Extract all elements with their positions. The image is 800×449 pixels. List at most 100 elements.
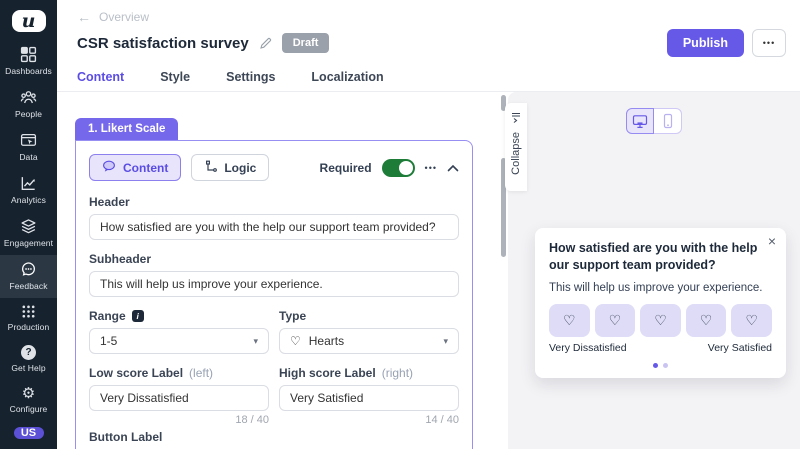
sidebar-item-get-help[interactable]: ? Get Help — [0, 339, 57, 380]
low-score-label-text: Low score Label — [89, 366, 183, 380]
rating-option-1[interactable]: ♡ — [549, 304, 590, 337]
dashboards-icon — [20, 46, 37, 63]
page-title: CSR satisfaction survey — [77, 35, 249, 52]
low-score-hint: (left) — [189, 366, 213, 380]
mobile-preview-button[interactable] — [654, 108, 682, 134]
header-input[interactable] — [89, 214, 459, 240]
range-select[interactable]: 1-5 ▾ — [89, 328, 269, 354]
production-icon — [21, 304, 36, 319]
gear-icon: ⚙ — [22, 386, 35, 401]
content-mode-label: Content — [123, 161, 168, 175]
sidebar-item-label: Configure — [10, 404, 48, 414]
publish-button[interactable]: Publish — [667, 29, 744, 57]
rating-option-4[interactable]: ♡ — [686, 304, 727, 337]
sidebar-item-label: Engagement — [4, 238, 53, 248]
back-link[interactable]: ← Overview — [77, 10, 149, 24]
sidebar-item-analytics[interactable]: Analytics — [0, 169, 57, 212]
device-toggle — [626, 108, 682, 134]
heart-icon: ♡ — [745, 312, 758, 329]
preview-question-subtitle: This will help us improve your experienc… — [549, 282, 772, 294]
sidebar-item-label: People — [15, 109, 42, 119]
low-score-char-count: 18 / 40 — [89, 414, 269, 426]
help-icon: ? — [21, 345, 36, 360]
toggle-knob — [399, 161, 413, 175]
sidebar-item-people[interactable]: People — [0, 83, 57, 126]
subheader-field-label: Subheader — [89, 252, 459, 266]
page-dot-active[interactable] — [653, 363, 658, 368]
sidebar-item-data[interactable]: Data — [0, 126, 57, 169]
sidebar-item-feedback[interactable]: Feedback — [0, 255, 57, 298]
sidebar-item-dashboards[interactable]: Dashboards — [0, 40, 57, 83]
edit-title-icon[interactable] — [259, 37, 272, 50]
question-card: Content Logic Required ••• — [75, 140, 473, 449]
collapse-question-icon[interactable] — [447, 164, 459, 172]
rating-scale: ♡ ♡ ♡ ♡ ♡ — [549, 304, 772, 337]
engagement-icon — [20, 218, 37, 235]
range-label-text: Range — [89, 309, 126, 323]
high-score-field-label: High score Label (right) — [279, 366, 459, 380]
sidebar-item-label: Analytics — [11, 195, 46, 205]
sidebar-item-production[interactable]: Production — [0, 298, 57, 339]
userpilot-logo[interactable]: u — [12, 10, 46, 32]
high-score-label-text: High score Label — [279, 366, 376, 380]
pagination-dots — [549, 363, 772, 368]
monitor-icon — [632, 114, 648, 129]
user-avatar[interactable]: US — [14, 427, 44, 439]
button-label-field-label: Button Label — [89, 430, 459, 444]
question-block-badge[interactable]: 1. Likert Scale — [75, 118, 178, 140]
chevron-down-icon: ▾ — [443, 336, 448, 347]
preview-question-title: How satisfied are you with the help our … — [549, 240, 772, 274]
preview-panel: Collapse × How satisfied are you with th… — [508, 92, 800, 449]
collapse-label: Collapse — [510, 132, 522, 175]
back-label: Overview — [99, 10, 149, 24]
sidebar-item-engagement[interactable]: Engagement — [0, 212, 57, 255]
preview-high-label: Very Satisfied — [708, 342, 772, 354]
low-score-input[interactable] — [89, 385, 269, 411]
collapse-icon — [510, 110, 522, 128]
high-score-input[interactable] — [279, 385, 459, 411]
range-field-label: Range i — [89, 309, 269, 323]
rating-option-2[interactable]: ♡ — [595, 304, 636, 337]
question-more-button[interactable]: ••• — [425, 163, 437, 173]
desktop-preview-button[interactable] — [626, 108, 654, 134]
collapse-panel-tab[interactable]: Collapse — [505, 103, 527, 191]
logic-mode-label: Logic — [224, 161, 256, 175]
sidebar-item-label: Production — [8, 322, 50, 332]
heart-icon: ♡ — [563, 312, 576, 329]
type-field-label: Type — [279, 309, 459, 323]
required-label: Required — [320, 161, 372, 175]
logic-mode-button[interactable]: Logic — [191, 154, 269, 181]
header-field-label: Header — [89, 195, 459, 209]
rating-option-5[interactable]: ♡ — [731, 304, 772, 337]
heart-icon: ♡ — [700, 312, 713, 329]
app-window: u Dashboards People — [0, 0, 800, 449]
sidebar-item-label: Get Help — [11, 363, 45, 373]
heart-icon: ♡ — [290, 334, 301, 348]
info-icon[interactable]: i — [132, 310, 144, 322]
type-value: Hearts — [309, 334, 344, 348]
range-value: 1-5 — [100, 334, 117, 348]
sidebar-item-label: Feedback — [9, 281, 47, 291]
required-toggle[interactable] — [382, 159, 415, 177]
question-editor-pane: 1. Likert Scale Content — [57, 92, 499, 449]
content-mode-button[interactable]: Content — [89, 154, 181, 181]
type-select[interactable]: ♡ Hearts ▾ — [279, 328, 459, 354]
rating-option-3[interactable]: ♡ — [640, 304, 681, 337]
data-icon — [20, 132, 37, 149]
sidebar: u Dashboards People — [0, 0, 57, 449]
feedback-icon — [20, 261, 37, 278]
sidebar-item-label: Data — [19, 152, 37, 162]
survey-preview-card: × How satisfied are you with the help ou… — [535, 228, 786, 378]
high-score-char-count: 14 / 40 — [279, 414, 459, 426]
header-more-button[interactable]: ••• — [752, 29, 786, 57]
page-dot[interactable] — [663, 363, 668, 368]
close-icon[interactable]: × — [768, 234, 776, 248]
speech-bubble-icon — [102, 160, 116, 176]
high-score-hint: (right) — [382, 366, 413, 380]
sidebar-item-label: Dashboards — [5, 66, 52, 76]
status-badge: Draft — [282, 33, 330, 53]
people-icon — [20, 89, 37, 106]
phone-icon — [662, 113, 674, 129]
subheader-input[interactable] — [89, 271, 459, 297]
sidebar-item-configure[interactable]: ⚙ Configure — [0, 380, 57, 421]
